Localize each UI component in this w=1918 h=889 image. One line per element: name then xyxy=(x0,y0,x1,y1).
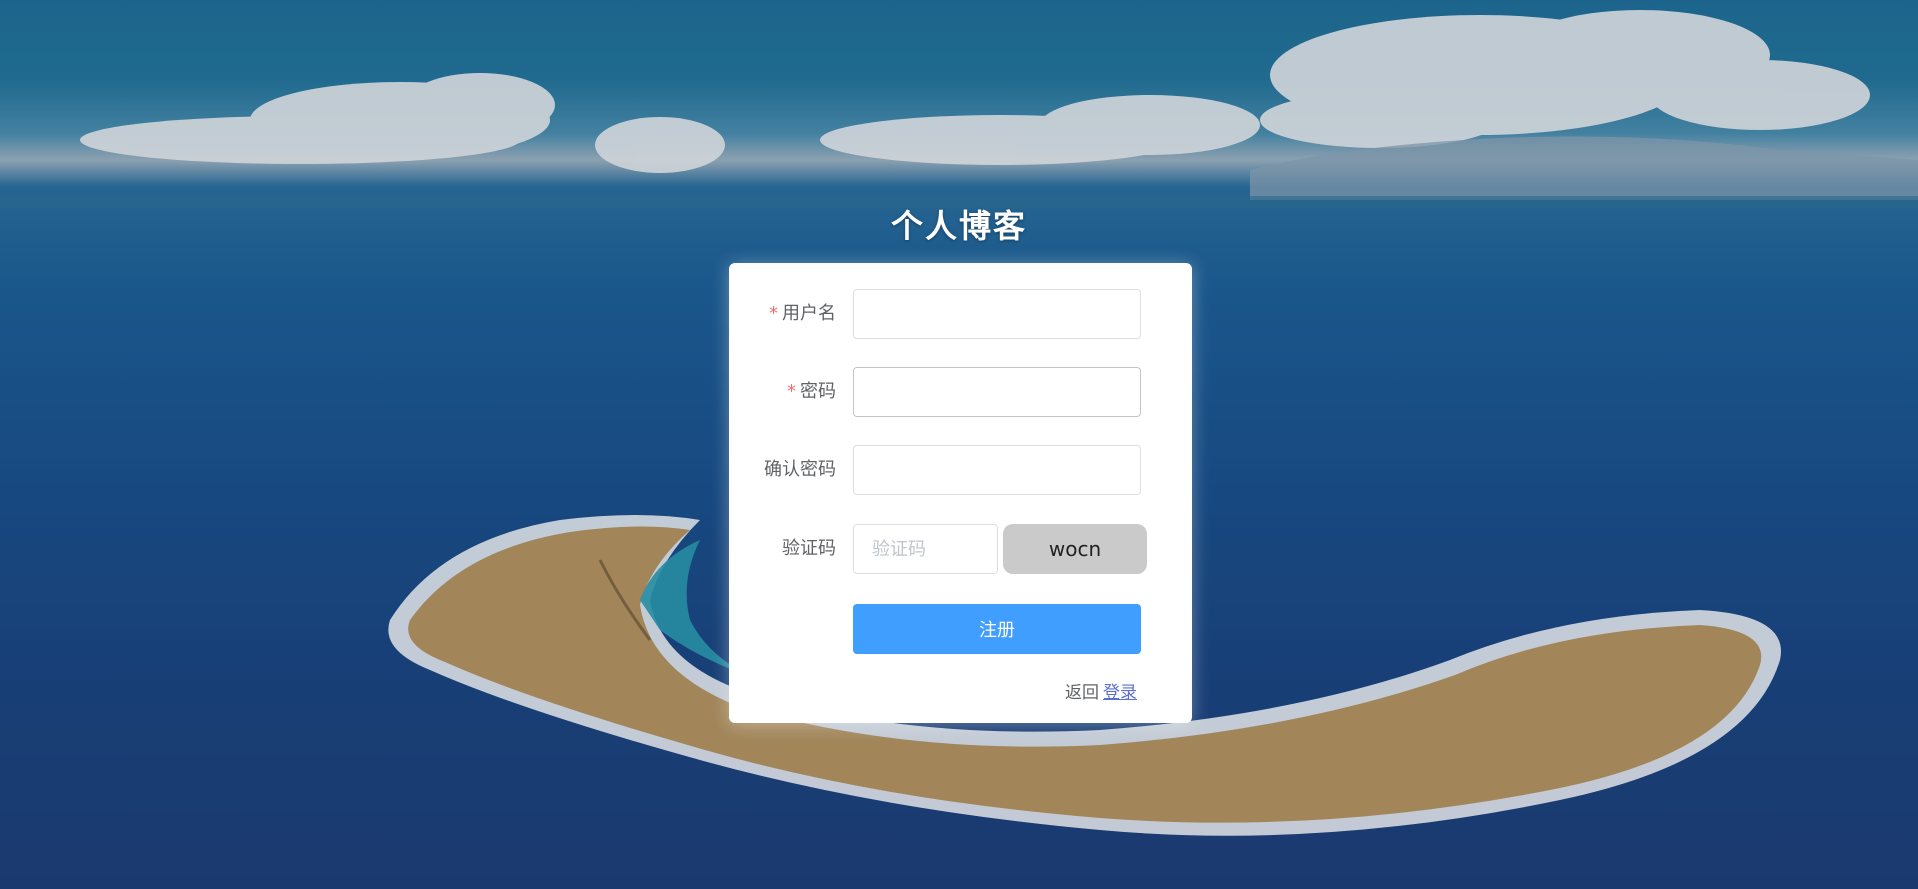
username-row: * 用户名 xyxy=(729,289,1192,339)
password-label: * 密码 xyxy=(787,381,836,402)
captcha-row: 验证码 wocn xyxy=(729,524,1192,574)
back-to-login: 返回 登录 xyxy=(1065,678,1137,703)
captcha-label: 验证码 xyxy=(782,538,836,559)
confirm-password-input[interactable] xyxy=(853,445,1141,495)
login-link[interactable]: 登录 xyxy=(1103,683,1137,703)
confirm-password-label: 确认密码 xyxy=(764,459,836,480)
page-title: 个人博客 xyxy=(890,207,1027,245)
confirm-password-row: 确认密码 xyxy=(729,445,1192,495)
register-form: *用户名 *密码 确认密码 验证码 wocn 注册 返回登录 xyxy=(729,263,1192,723)
password-input[interactable] xyxy=(853,367,1141,417)
required-mark: * xyxy=(787,381,796,402)
page: 个人博客 *用户名 *密码 确认密码 验证码 wocn 注册 返回登录 xyxy=(0,0,1918,889)
captcha-code-button[interactable]: wocn xyxy=(1003,524,1147,574)
username-input[interactable] xyxy=(853,289,1141,339)
username-label: * 用户名 xyxy=(769,303,836,324)
required-mark: * xyxy=(769,303,778,324)
captcha-input[interactable] xyxy=(853,524,998,574)
password-row: * 密码 xyxy=(729,367,1192,417)
register-button[interactable]: 注册 xyxy=(853,604,1141,654)
back-prefix-text: 返回 xyxy=(1065,683,1099,703)
